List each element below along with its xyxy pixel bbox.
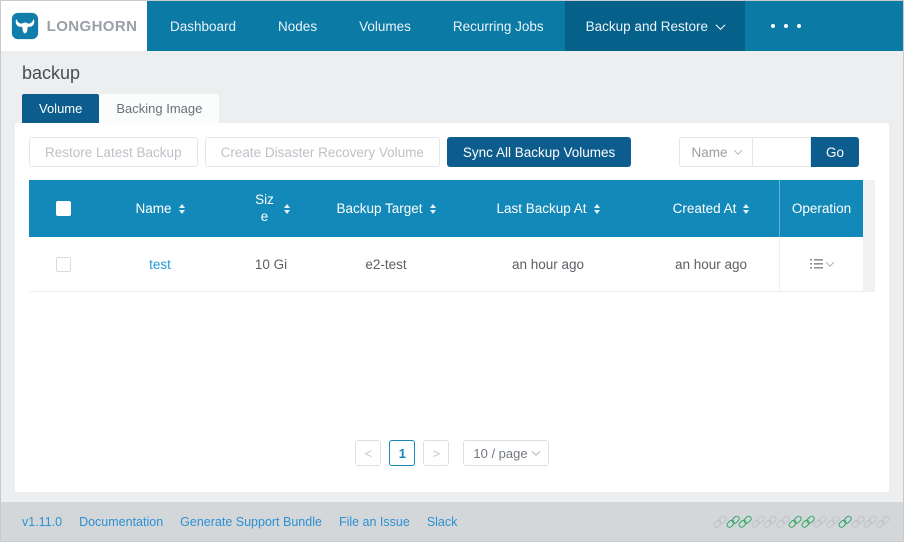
chain-link-icon	[814, 516, 827, 528]
app-footer: v1.11.0 Documentation Generate Support B…	[1, 502, 903, 541]
sort-icon	[743, 204, 749, 214]
filter-group: Name Go	[679, 137, 859, 167]
pagination: < 1 > 10 / page	[355, 440, 548, 466]
filter-field-select[interactable]: Name	[679, 137, 753, 167]
table-row-size-cell: 10 Gi	[223, 237, 319, 292]
restore-latest-backup-button[interactable]: Restore Latest Backup	[29, 137, 198, 167]
brand-home-link[interactable]: LONGHORN	[1, 1, 147, 51]
tab-bar: Volume Backing Image	[22, 94, 889, 123]
table-row-select-cell	[29, 237, 97, 292]
tab-backing-image[interactable]: Backing Image	[99, 94, 219, 123]
create-disaster-recovery-volume-button[interactable]: Create Disaster Recovery Volume	[205, 137, 440, 167]
ellipsis-dot-icon	[771, 24, 775, 28]
content-card: Restore Latest Backup Create Disaster Re…	[15, 123, 889, 492]
table-row-created-at-cell: an hour ago	[643, 237, 779, 292]
column-header-operation: Operation	[779, 180, 863, 237]
node-link-status-bar	[714, 516, 889, 528]
generate-support-bundle-link[interactable]: Generate Support Bundle	[180, 515, 322, 529]
table-row-backup-target-cell: e2-test	[319, 237, 453, 292]
filter-field-value: Name	[691, 145, 727, 160]
brand-name: LONGHORN	[47, 18, 138, 35]
version-link[interactable]: v1.11.0	[22, 515, 62, 529]
ellipsis-dot-icon	[797, 24, 801, 28]
chain-link-icon	[789, 516, 802, 528]
chain-link-icon	[827, 516, 840, 528]
table-scroll-gutter	[863, 180, 875, 292]
volume-name-link[interactable]: test	[149, 257, 171, 272]
sync-all-backup-volumes-button[interactable]: Sync All Backup Volumes	[447, 137, 631, 167]
row-checkbox[interactable]	[56, 257, 71, 272]
documentation-link[interactable]: Documentation	[79, 515, 163, 529]
table-row-operation-cell	[779, 237, 863, 292]
column-header-select	[29, 180, 97, 237]
toolbar: Restore Latest Backup Create Disaster Re…	[29, 137, 875, 167]
table-row-name-cell: test	[97, 237, 223, 292]
backup-page: backup Volume Backing Image Restore Late…	[1, 51, 903, 502]
chain-link-icon	[802, 516, 815, 528]
backup-volume-table: Name Size Backup Target Last Backup At	[29, 180, 875, 292]
select-all-checkbox[interactable]	[56, 201, 71, 216]
sort-icon	[179, 204, 185, 214]
page-title: backup	[22, 63, 889, 84]
chevron-down-icon	[716, 20, 726, 30]
chain-link-icon	[764, 516, 777, 528]
longhorn-app: LONGHORN Dashboard Nodes Volumes Recurri…	[0, 0, 904, 542]
chain-link-icon	[777, 516, 790, 528]
chain-link-icon	[727, 516, 740, 528]
column-header-backup-target[interactable]: Backup Target	[319, 180, 453, 237]
nav-item-label: Backup and Restore	[586, 19, 708, 34]
chevron-down-icon	[733, 146, 741, 154]
slack-link[interactable]: Slack	[427, 515, 458, 529]
list-menu-icon	[810, 258, 823, 270]
page-size-value: 10 / page	[473, 446, 527, 461]
nav-item-recurring-jobs[interactable]: Recurring Jobs	[432, 1, 565, 51]
sort-icon	[430, 204, 436, 214]
chain-link-icon	[877, 516, 890, 528]
pagination-next-button[interactable]: >	[423, 440, 449, 466]
go-button[interactable]: Go	[811, 137, 859, 167]
tab-volume[interactable]: Volume	[22, 94, 99, 123]
nav-item-volumes[interactable]: Volumes	[338, 1, 432, 51]
nav-item-dashboard[interactable]: Dashboard	[149, 1, 257, 51]
column-header-name[interactable]: Name	[97, 180, 223, 237]
search-input[interactable]	[753, 137, 811, 167]
chain-link-icon	[852, 516, 865, 528]
table-row-last-backup-at-cell: an hour ago	[453, 237, 643, 292]
column-header-size[interactable]: Size	[223, 180, 319, 237]
chain-link-icon	[739, 516, 752, 528]
longhorn-bull-icon	[11, 12, 39, 40]
file-an-issue-link[interactable]: File an Issue	[339, 515, 410, 529]
chain-link-icon	[864, 516, 877, 528]
chain-link-icon	[839, 516, 852, 528]
nav-more-button[interactable]	[745, 1, 827, 51]
ellipsis-dot-icon	[784, 24, 788, 28]
top-navbar: LONGHORN Dashboard Nodes Volumes Recurri…	[1, 1, 903, 51]
sort-icon	[284, 204, 290, 214]
operation-menu-button[interactable]	[810, 258, 833, 270]
pagination-page-1-button[interactable]: 1	[389, 440, 415, 466]
page-size-select[interactable]: 10 / page	[463, 440, 548, 466]
chevron-down-icon	[826, 258, 834, 266]
main-nav: Dashboard Nodes Volumes Recurring Jobs B…	[149, 1, 827, 51]
column-header-last-backup-at[interactable]: Last Backup At	[453, 180, 643, 237]
nav-item-backup-and-restore[interactable]: Backup and Restore	[565, 1, 745, 51]
chain-link-icon	[752, 516, 765, 528]
nav-item-nodes[interactable]: Nodes	[257, 1, 338, 51]
column-header-created-at[interactable]: Created At	[643, 180, 779, 237]
sort-icon	[594, 204, 600, 214]
pagination-prev-button[interactable]: <	[355, 440, 381, 466]
chain-link-icon	[714, 516, 727, 528]
chevron-down-icon	[531, 447, 539, 455]
